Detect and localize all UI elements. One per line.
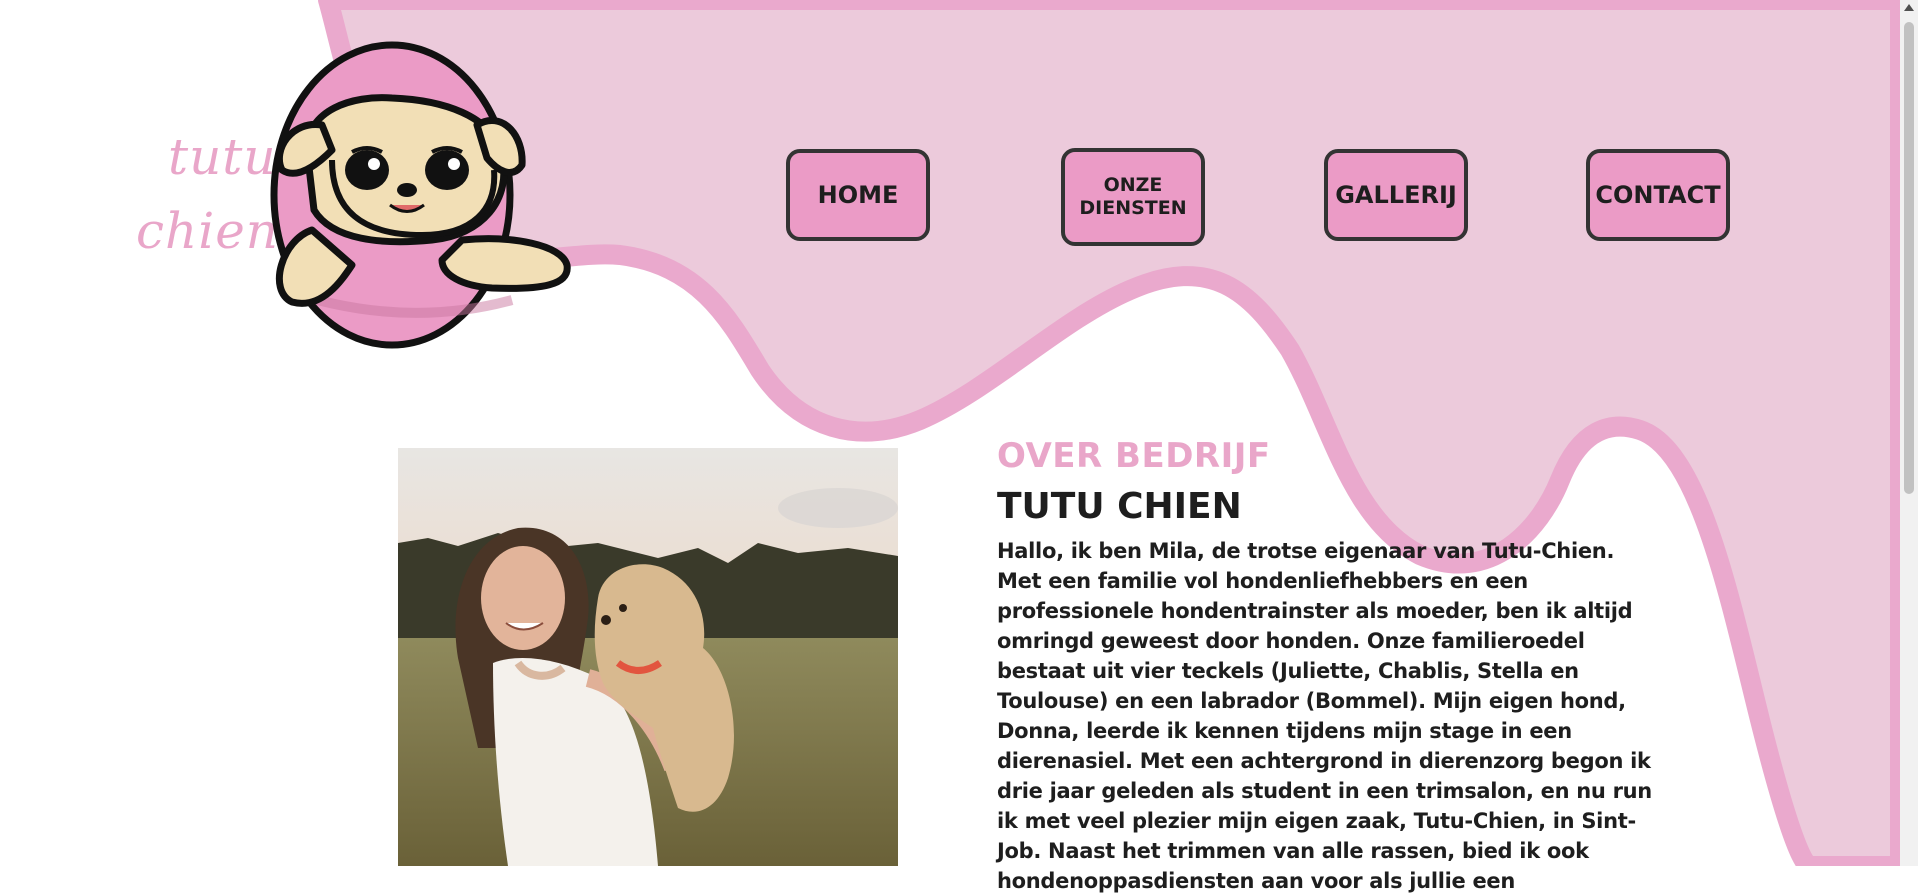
- scrollbar-thumb[interactable]: [1904, 22, 1914, 494]
- nav-galerij-button[interactable]: GALLERIJ: [1324, 149, 1468, 241]
- nav-diensten-label-line1: ONZE: [1103, 174, 1163, 197]
- nav-contact-button[interactable]: CONTACT: [1586, 149, 1730, 241]
- nav-diensten-button[interactable]: ONZE DIENSTEN: [1061, 148, 1205, 246]
- owner-with-dog-photo: [398, 448, 898, 866]
- section-title: TUTU CHIEN: [997, 486, 1242, 527]
- nav-home-button[interactable]: HOME: [786, 149, 930, 241]
- scroll-up-arrow-icon[interactable]: [1904, 4, 1914, 11]
- nav-diensten-label-line2: DIENSTEN: [1079, 197, 1187, 219]
- vertical-scrollbar[interactable]: [1900, 0, 1918, 866]
- about-paragraph: Hallo, ik ben Mila, de trotse eigenaar v…: [997, 539, 1652, 893]
- section-label: OVER BEDRIJF: [997, 436, 1271, 476]
- puppy-logo-icon[interactable]: [262, 40, 576, 352]
- logo-text-tutu: tutu: [168, 128, 277, 186]
- logo-text-chien: chien: [136, 202, 279, 260]
